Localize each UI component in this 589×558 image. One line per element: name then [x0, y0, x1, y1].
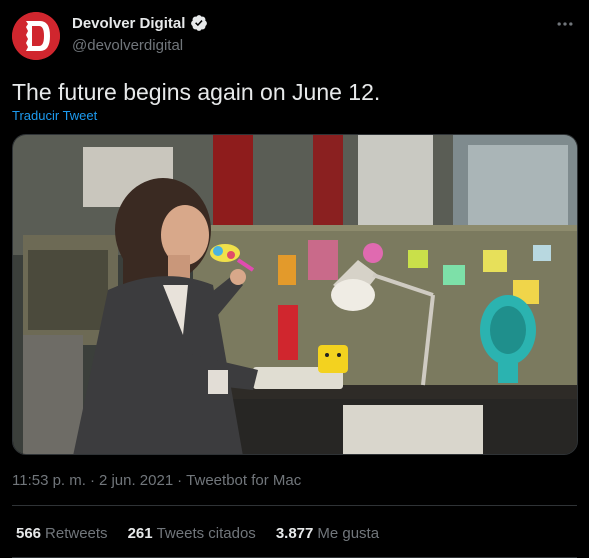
likes-label: Me gusta	[317, 525, 380, 542]
verified-badge-icon	[191, 15, 208, 31]
likes-stat[interactable]: 3.877 Me gusta	[276, 525, 379, 542]
tweet-text: The future begins again on June 12.	[12, 79, 381, 105]
tweet-source[interactable]: Tweetbot for Mac	[186, 472, 301, 489]
meta-separator-2: ·	[177, 472, 183, 489]
tweet-time[interactable]: 11:53 p. m.	[12, 472, 86, 489]
more-options-button[interactable]	[553, 12, 577, 36]
avatar[interactable]	[12, 12, 60, 60]
quotes-count: 261	[127, 525, 153, 542]
author-name-row[interactable]: Devolver Digital	[72, 14, 208, 32]
translate-link[interactable]: Traducir Tweet	[12, 108, 97, 123]
tweet-meta: 11:53 p. m. · 2 jun. 2021 · Tweetbot for…	[12, 472, 301, 489]
quotes-label: Tweets citados	[156, 525, 256, 542]
meta-separator: ·	[89, 472, 95, 489]
tweet-date[interactable]: 2 jun. 2021	[99, 472, 173, 489]
tweet-video[interactable]	[12, 134, 578, 455]
more-options-icon	[557, 22, 573, 26]
devolver-logo-icon	[12, 12, 60, 60]
retweets-stat[interactable]: 566 Retweets	[16, 525, 108, 542]
retweets-label: Retweets	[45, 525, 108, 542]
video-frame-office-scene	[13, 135, 577, 454]
quotes-stat[interactable]: 261 Tweets citados	[128, 525, 256, 542]
divider	[12, 505, 577, 506]
likes-count: 3.877	[275, 525, 314, 542]
author-handle[interactable]: @devolverdigital	[72, 37, 183, 54]
author-display-name[interactable]: Devolver Digital	[72, 15, 185, 32]
tweet-stats: 566 Retweets 261 Tweets citados 3.877 Me…	[16, 525, 379, 542]
retweets-count: 566	[16, 525, 42, 542]
